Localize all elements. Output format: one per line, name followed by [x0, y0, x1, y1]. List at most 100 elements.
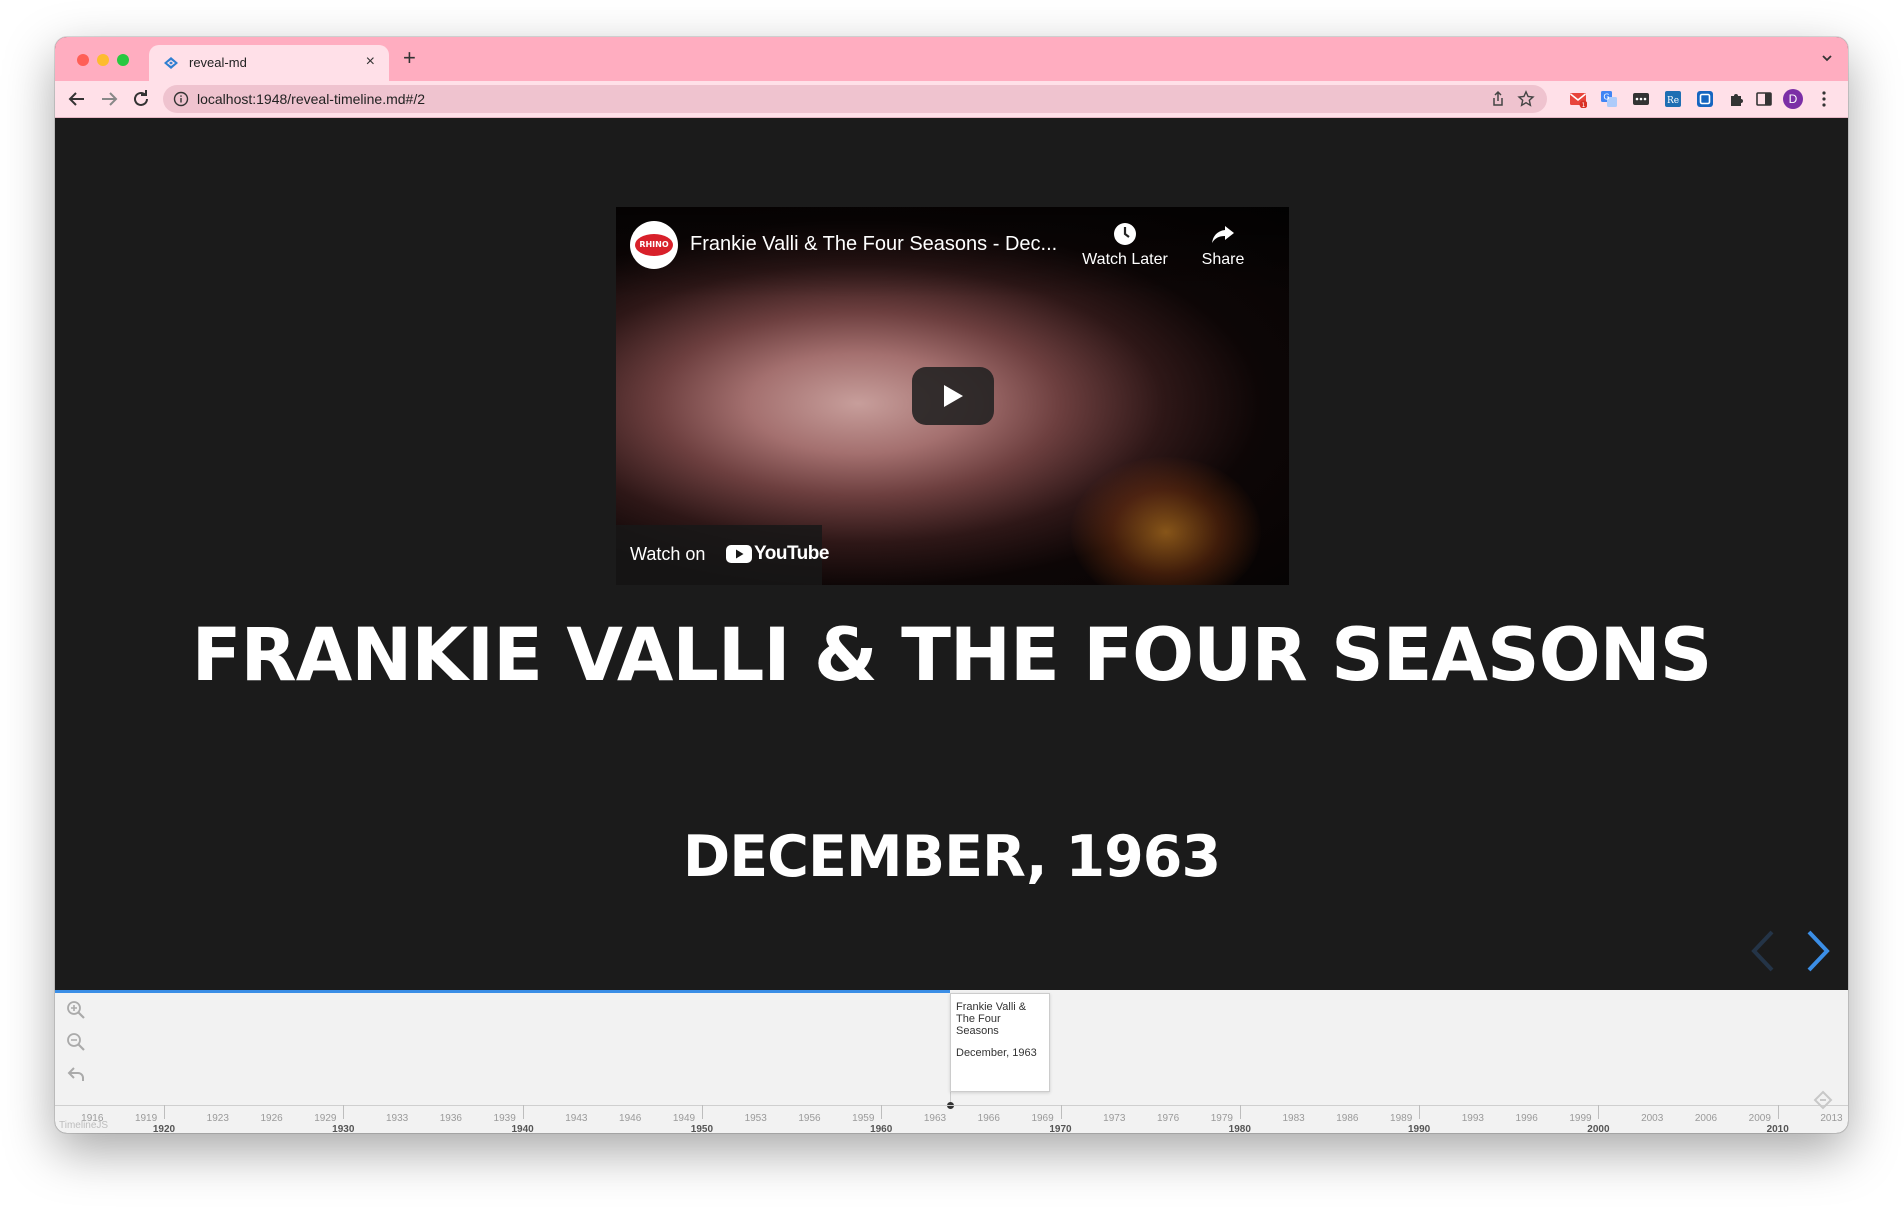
profile-avatar[interactable]: D — [1783, 89, 1803, 109]
axis-tick-minor: 1979 — [1210, 1113, 1233, 1124]
close-window-button[interactable] — [77, 54, 89, 66]
watch-on-label: Watch on — [630, 544, 706, 564]
svg-text:Re: Re — [1667, 96, 1679, 106]
axis-tick-mark — [1239, 1105, 1241, 1119]
slide-headline: FRANKIE VALLI & THE FOUR SEASONS — [191, 613, 1713, 698]
axis-tick-minor: 1923 — [206, 1113, 229, 1124]
axis-line — [55, 1105, 1848, 1106]
axis-tick-minor: 1989 — [1390, 1113, 1413, 1124]
youtube-embed[interactable]: RHINO Frankie Valli & The Four Seasons -… — [616, 207, 1289, 585]
axis-tick-minor: 2009 — [1748, 1113, 1771, 1124]
capture-extension-icon[interactable] — [1696, 90, 1714, 108]
reference-extension-icon[interactable]: Re — [1664, 90, 1682, 108]
timeline-axis[interactable]: 1916 1919 1923 1926 1929 1933 1936 1939 1943 1946… — [55, 1105, 1848, 1133]
axis-tick-major: 1930 — [332, 1124, 355, 1133]
back-to-start-icon[interactable] — [66, 1064, 86, 1084]
axis-tick-minor: 1953 — [744, 1113, 767, 1124]
next-slide-arrow-icon[interactable] — [1803, 928, 1833, 974]
watch-later-button[interactable]: Watch Later — [1075, 221, 1175, 269]
forward-arrow-icon[interactable] — [97, 87, 121, 111]
axis-tick-major: 1920 — [152, 1124, 176, 1133]
play-button[interactable] — [912, 367, 994, 425]
axis-tick-major: 1980 — [1228, 1124, 1251, 1133]
url-text[interactable]: localhost:1948/reveal-timeline.md#/2 — [197, 91, 425, 107]
more-menu-icon[interactable] — [1821, 90, 1827, 108]
axis-tick-minor: 1949 — [672, 1113, 696, 1124]
axis-tick-minor: 2006 — [1694, 1113, 1718, 1124]
video-title[interactable]: Frankie Valli & The Four Seasons - Dec..… — [690, 233, 1057, 256]
axis-tick-major: 1960 — [870, 1124, 893, 1133]
watch-on-youtube-button[interactable]: Watch on YouTube — [616, 525, 829, 585]
axis-tick-minor: 1993 — [1461, 1113, 1484, 1124]
browser-window: reveal-md × + localhost:1948/reveal-time… — [55, 37, 1848, 1133]
axis-tick-minor: 1999 — [1569, 1113, 1592, 1124]
axis-tick-mark — [1060, 1105, 1062, 1119]
timelinejs-branding: TimelineJS — [59, 1120, 109, 1131]
marker-date: December, 1963 — [956, 1047, 1037, 1059]
youtube-wordmark: YouTube — [754, 543, 829, 564]
axis-tick-minor: 1969 — [1031, 1113, 1054, 1124]
extensions-puzzle-icon[interactable] — [1728, 90, 1746, 108]
axis-tick-major: 1970 — [1049, 1124, 1072, 1133]
axis-tick-minor: 1933 — [385, 1113, 409, 1124]
marker-title: Frankie Valli & The Four Seasons — [956, 1001, 1027, 1037]
tab-close-icon[interactable]: × — [366, 53, 375, 71]
tab-title: reveal-md — [189, 55, 247, 70]
clock-icon — [1114, 223, 1136, 245]
maximize-window-button[interactable] — [117, 54, 129, 66]
share-button[interactable]: Share — [1173, 221, 1273, 269]
timeline-nav: Frankie Valli & The Four Seasons Decembe… — [55, 990, 1848, 1133]
play-icon — [944, 385, 963, 407]
bookmark-star-icon[interactable] — [1517, 90, 1535, 108]
slide-date: DECEMBER, 1963 — [682, 824, 1221, 890]
axis-tick-minor: 1996 — [1515, 1113, 1538, 1124]
axis-tick-mark — [522, 1105, 524, 1119]
axis-tick-minor: 2003 — [1641, 1113, 1664, 1124]
axis-tick-minor: 1939 — [493, 1113, 516, 1124]
axis-tick-mark — [701, 1105, 703, 1119]
minimize-window-button[interactable] — [97, 54, 109, 66]
timeline-menu-icon[interactable] — [1813, 1090, 1833, 1110]
reload-icon[interactable] — [129, 87, 153, 111]
gmail-badge: 1 — [1582, 102, 1586, 108]
share-arrow-icon — [1212, 226, 1234, 243]
channel-avatar[interactable]: RHINO — [630, 221, 678, 269]
password-manager-extension-icon[interactable] — [1632, 90, 1650, 108]
browser-toolbar: localhost:1948/reveal-timeline.md#/2 1 G — [55, 81, 1848, 118]
chevron-down-icon[interactable] — [1820, 51, 1834, 65]
axis-tick-minor: 1976 — [1156, 1113, 1180, 1124]
zoom-in-icon[interactable] — [66, 1000, 86, 1020]
tab-reveal-md[interactable]: reveal-md × — [149, 45, 389, 81]
axis-tick-major: 2000 — [1587, 1124, 1610, 1133]
axis-tick-mark — [164, 1105, 165, 1119]
back-arrow-icon[interactable] — [65, 87, 89, 111]
reveal-slide: RHINO Frankie Valli & The Four Seasons -… — [55, 118, 1848, 990]
translate-extension-icon[interactable]: G — [1600, 90, 1618, 108]
axis-tick-minor: 1983 — [1282, 1113, 1305, 1124]
axis-tick-minor: 1919 — [134, 1113, 158, 1124]
axis-tick-minor: 1959 — [852, 1113, 875, 1124]
axis-tick-mark — [1598, 1105, 1600, 1119]
axis-tick-major: 1940 — [511, 1124, 534, 1133]
site-info-icon[interactable] — [173, 91, 189, 107]
address-bar[interactable]: localhost:1948/reveal-timeline.md#/2 — [163, 85, 1547, 113]
gmail-extension-icon[interactable]: 1 — [1569, 90, 1587, 108]
reveal-favicon-icon — [164, 57, 178, 69]
axis-tick-mark — [1777, 1105, 1779, 1119]
timeline-marker[interactable]: Frankie Valli & The Four Seasons Decembe… — [950, 993, 1050, 1092]
previous-slide-arrow-icon[interactable] — [1748, 928, 1778, 974]
new-tab-button[interactable]: + — [403, 46, 416, 70]
channel-logo-text: RHINO — [635, 234, 673, 256]
axis-tick-minor: 1926 — [260, 1113, 283, 1124]
axis-tick-minor: 1946 — [619, 1113, 642, 1124]
tab-strip: reveal-md × + — [55, 37, 1848, 81]
side-panel-icon[interactable] — [1755, 90, 1773, 108]
axis-tick-minor: 1986 — [1336, 1113, 1359, 1124]
share-page-icon[interactable] — [1489, 90, 1507, 108]
axis-tick-mark — [1419, 1105, 1421, 1119]
axis-tick-minor: 2013 — [1820, 1113, 1843, 1124]
zoom-out-icon[interactable] — [66, 1032, 86, 1052]
watch-later-label: Watch Later — [1082, 251, 1168, 268]
youtube-logo-icon — [726, 545, 752, 563]
axis-tick-minor: 1943 — [565, 1113, 588, 1124]
